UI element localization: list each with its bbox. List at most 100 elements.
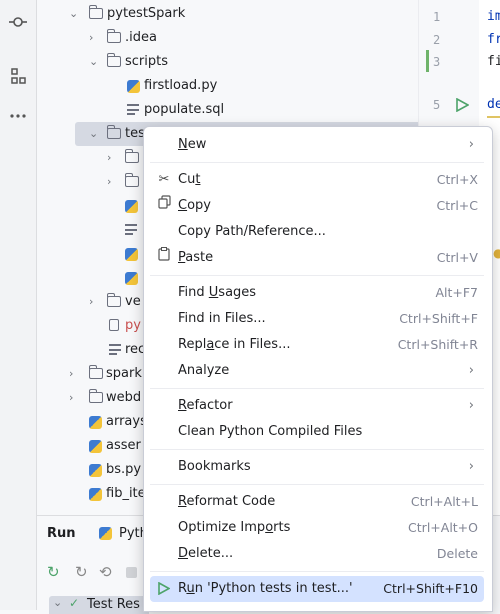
menu-item-analyze[interactable]: Analyze › [150,358,484,384]
menu-item-label: New [178,137,207,152]
menu-item-clean-compiled[interactable]: Clean Python Compiled Files [150,419,484,445]
menu-item-label: Optimize Imports [178,520,291,535]
more-icon[interactable] [4,106,32,130]
menu-item-label: Delete... [178,546,234,561]
text-file-icon [109,344,121,357]
shortcut-label: Delete [436,546,478,561]
tree-item-label: spark [106,366,142,381]
chevron-down-icon[interactable]: ⌄ [89,50,101,74]
chevron-right-icon[interactable]: › [107,170,119,194]
python-file-icon [125,248,138,261]
run-tab[interactable]: Run [47,522,76,546]
menu-separator [150,388,484,389]
python-file-icon [125,200,138,213]
chevron-right-icon[interactable]: › [89,26,101,50]
chevron-right-icon: › [468,459,474,474]
tree-item-label: tes [125,126,145,141]
menu-item-cut[interactable]: ✂ Cut Ctrl+X [150,167,484,193]
warning-underline [487,116,500,118]
menu-item-new[interactable]: New › [150,132,484,158]
python-file-icon [89,440,102,453]
text-file-icon [125,224,137,237]
menu-item-next-partial[interactable] [150,602,484,611]
lightbulb-icon[interactable]: ● [493,246,500,260]
check-icon: ✓ [69,596,80,610]
menu-item-copy-path[interactable]: Copy Path/Reference... [150,219,484,245]
chevron-right-icon[interactable]: › [89,290,101,314]
menu-item-replace-in-files[interactable]: Replace in Files... Ctrl+Shift+R [150,332,484,358]
toggle-auto-test-icon[interactable]: ⟲ [99,563,112,581]
python-file-icon [89,488,102,501]
shortcut-label: Ctrl+Alt+L [410,494,478,509]
menu-separator [150,571,484,572]
chevron-down-icon[interactable]: ⌄ [53,596,62,609]
tree-item-scripts[interactable]: ⌄ scripts [37,50,417,74]
test-results-row[interactable]: ⌄ ✓ Test Res [49,596,149,614]
left-tool-strip [0,0,37,610]
shortcut-label: Ctrl+C [436,198,478,213]
stop-icon[interactable] [126,567,137,578]
tree-item-firstload[interactable]: firstload.py [37,74,417,98]
rerun-icon[interactable]: ↻ [47,563,60,581]
file-icon [109,319,119,331]
tree-item-label: populate.sql [144,102,225,117]
menu-separator [150,449,484,450]
menu-item-label: Analyze [178,363,230,378]
clipboard-icon [156,245,172,271]
menu-separator [150,275,484,276]
menu-item-find-usages[interactable]: Find Usages Alt+F7 [150,280,484,306]
menu-item-refactor[interactable]: Refactor › [150,393,484,419]
shortcut-label: Ctrl+Shift+F10 [383,581,478,596]
menu-item-delete[interactable]: Delete... Delete [150,541,484,567]
chevron-right-icon[interactable]: › [69,362,81,386]
menu-item-label: Reformat Code [178,494,276,509]
tree-item-label: bs.py [106,462,142,477]
run-gutter-icon[interactable] [455,97,470,116]
menu-item-run-tests[interactable]: Run 'Python tests in test...' Ctrl+Shift… [150,576,484,602]
python-file-icon [89,464,102,477]
python-file-icon [125,272,138,285]
line-number: 2 [433,33,441,47]
menu-item-label: Paste [178,250,214,265]
chevron-down-icon[interactable]: ⌄ [89,122,101,146]
menu-item-paste[interactable]: Paste Ctrl+V [150,245,484,271]
menu-item-reformat-code[interactable]: Reformat Code Ctrl+Alt+L [150,489,484,515]
folder-icon [107,29,121,43]
tree-item-populate[interactable]: populate.sql [37,98,417,122]
shortcut-label: Ctrl+V [436,250,478,265]
menu-item-label: Copy Path/Reference... [178,224,326,239]
chevron-right-icon[interactable]: › [107,146,119,170]
commit-icon[interactable] [4,12,32,36]
menu-item-copy[interactable]: Copy Ctrl+C [150,193,484,219]
tree-item-label: asser [106,438,141,453]
chevron-right-icon[interactable]: › [69,386,81,410]
line-number: 1 [433,10,441,24]
menu-item-label: Run 'Python tests in test...' [178,581,353,596]
rerun-failed-icon[interactable]: ↻ [75,563,88,581]
menu-item-label: Clean Python Compiled Files [178,424,363,439]
menu-item-label: Bookmarks [178,459,251,474]
folder-icon [107,293,121,307]
folder-icon [107,53,121,67]
tree-item-pytestspark[interactable]: ⌄ pytestSpark [37,2,417,26]
menu-item-bookmarks[interactable]: Bookmarks › [150,454,484,480]
menu-item-find-in-files[interactable]: Find in Files... Ctrl+Shift+F [150,306,484,332]
tree-item-label: pytestSpark [107,6,186,21]
copy-icon [156,193,172,219]
code-line: fr [487,32,500,47]
change-marker [426,50,429,72]
shortcut-label: Ctrl+X [436,172,478,187]
tree-item-idea[interactable]: › .idea [37,26,417,50]
chevron-down-icon[interactable]: ⌄ [69,2,81,26]
python-file-icon [89,416,102,429]
shortcut-label: Ctrl+Shift+R [397,337,478,352]
menu-item-optimize-imports[interactable]: Optimize Imports Ctrl+Alt+O [150,515,484,541]
tree-item-label: scripts [125,54,168,69]
folder-icon [89,389,103,403]
code-line: de [487,97,500,112]
menu-item-label: Refactor [178,398,233,413]
python-tab-icon [99,527,112,540]
structure-icon[interactable] [4,66,32,90]
code-line: im [487,9,500,24]
code-line: fi [487,54,500,69]
